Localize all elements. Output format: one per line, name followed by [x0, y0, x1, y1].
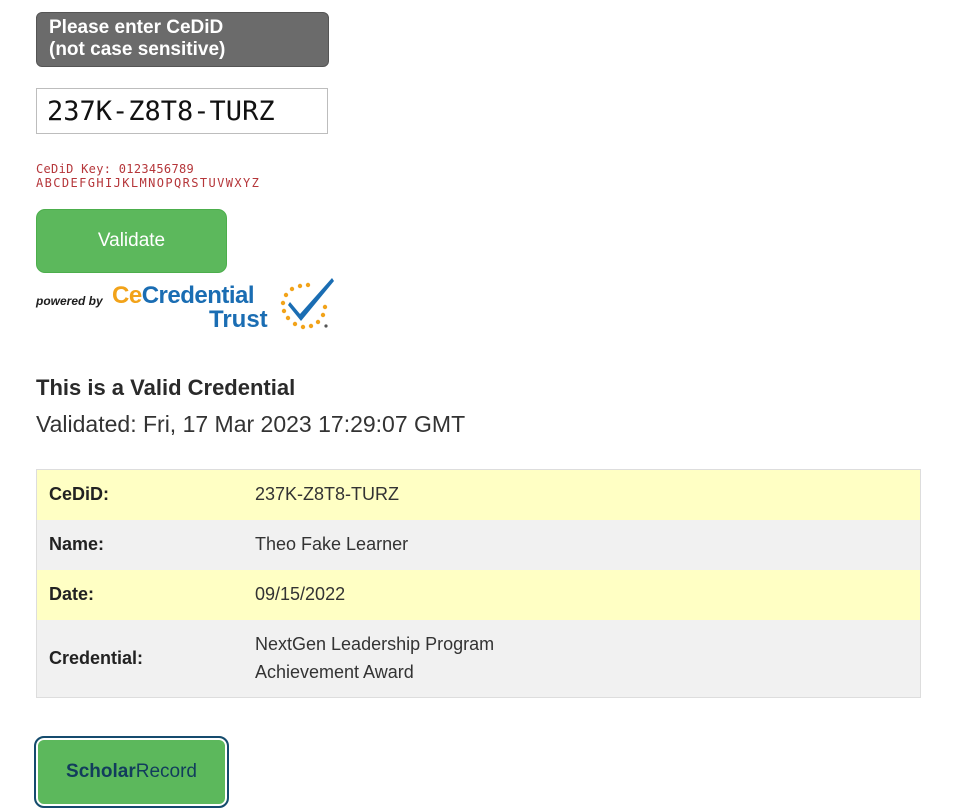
brand-trust: Trust: [209, 306, 268, 333]
credential-line-2: Achievement Award: [255, 662, 414, 683]
cedid-label: CeDiD:: [49, 484, 110, 505]
date-label: Date:: [49, 584, 95, 604]
scholar-record-button[interactable]: ScholarRecord: [34, 736, 229, 808]
result-title: This is a Valid Credential: [36, 375, 296, 400]
credential-label: Credential:: [49, 647, 144, 668]
prompt-line-2: (not case sensitive): [49, 39, 226, 60]
prompt-line-1: Please enter CeDiD: [49, 17, 224, 38]
validated-timestamp: Validated: Fri, 17 Mar 2023 17:29:07 GMT: [36, 411, 466, 437]
table-row: CeDiD: 237K-Z8T8-TURZ: [36, 469, 921, 520]
table-row: Date: 09/15/2022: [36, 569, 921, 620]
name-value: Theo Fake Learner: [255, 534, 409, 554]
validate-button[interactable]: Validate: [36, 209, 227, 273]
brand-ce: Ce: [112, 282, 142, 309]
brand-credential: Credential: [141, 282, 255, 309]
table-row: Credential: NextGen Leadership Program A…: [36, 619, 921, 698]
powered-by-logo: powered by CeCredential Trust: [36, 276, 336, 336]
validation-page: Please enter CeDiD (not case sensitive) …: [0, 0, 960, 811]
key-letters: ABCDEFGHIJKLMNOPQRSTUVWXYZ: [36, 176, 261, 190]
credential-line-1: NextGen Leadership Program: [255, 634, 495, 655]
powered-by-text: powered by: [36, 294, 103, 308]
cedid-key-legend: CeDiD Key: 0123456789 ABCDEFGHIJKLMNOPQR…: [36, 162, 260, 190]
credential-value: NextGen Leadership Program Achievement A…: [243, 620, 921, 698]
key-digits: CeDiD Key: 0123456789: [36, 162, 195, 176]
credential-table: CeDiD: 237K-Z8T8-TURZ Name: Theo Fake Le…: [36, 469, 921, 698]
cedid-prompt: Please enter CeDiD (not case sensitive): [36, 12, 329, 67]
name-label: Name:: [49, 534, 105, 554]
date-value: 09/15/2022: [255, 584, 346, 604]
scholar-bold-text: Scholar: [66, 761, 136, 782]
scholar-record-text: Record: [135, 761, 197, 782]
checkmark-seal-icon: [280, 278, 334, 330]
table-row: Name: Theo Fake Learner: [36, 519, 921, 570]
cedid-value: 237K-Z8T8-TURZ: [255, 484, 400, 505]
cedid-input[interactable]: [36, 88, 328, 134]
